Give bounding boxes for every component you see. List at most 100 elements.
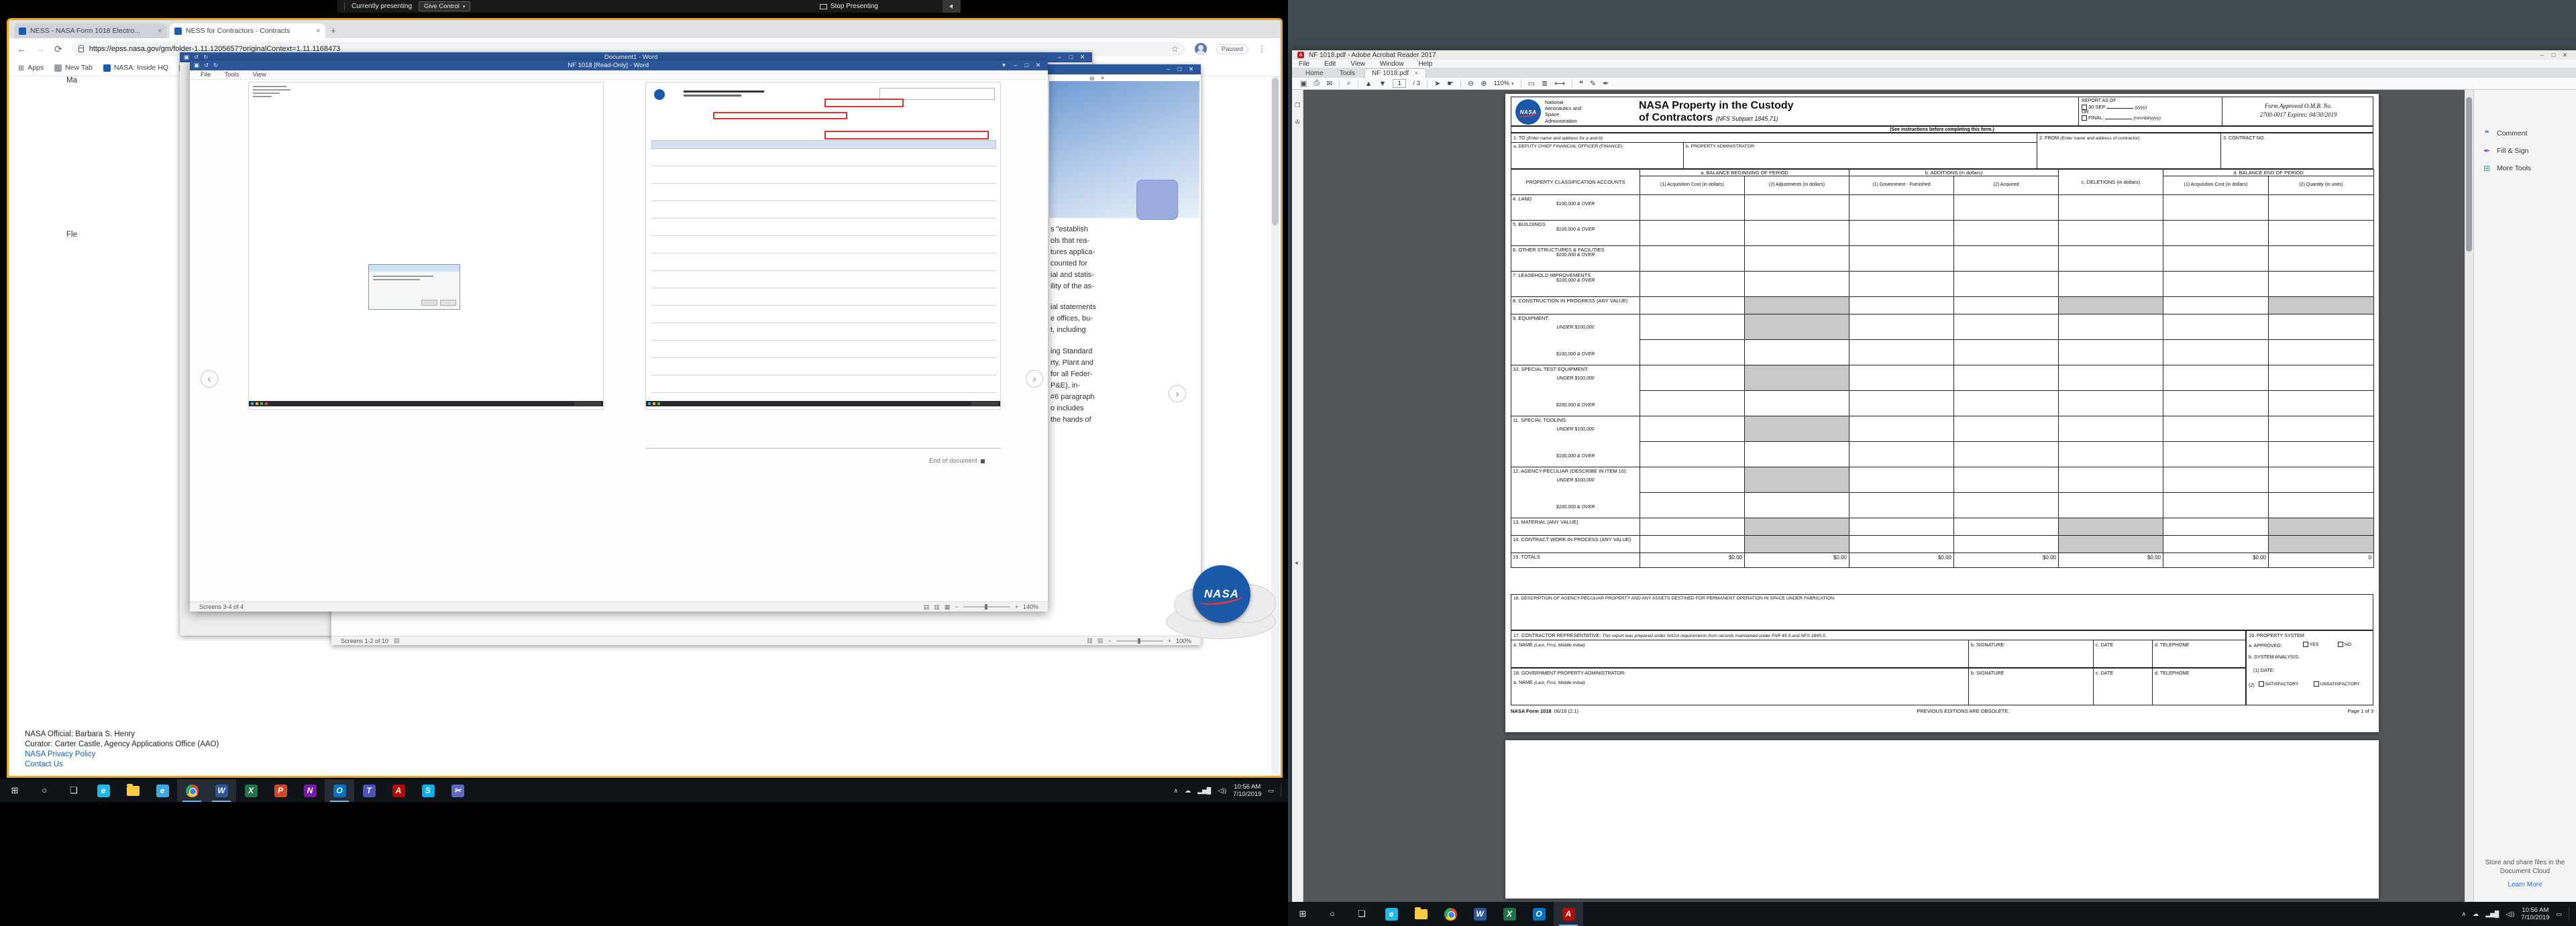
read-mode-icon[interactable]: ▤	[924, 603, 930, 611]
taskbar-app-file-explorer[interactable]	[1406, 902, 1436, 926]
table-cell-c[interactable]	[2059, 365, 2163, 391]
table-cell-c[interactable]	[2059, 416, 2163, 442]
box2-cell[interactable]: 2. FROM (Enter name and address of contr…	[2037, 133, 2220, 168]
table-cell-b2[interactable]	[1954, 442, 2059, 467]
fill-sign-panel-item[interactable]: ✒ Fill & Sign	[2474, 142, 2576, 160]
previous-screen-button[interactable]: ‹	[201, 370, 218, 388]
maximize-icon[interactable]: □	[2548, 52, 2559, 59]
hand-tool-icon[interactable]: ☛	[1447, 79, 1454, 88]
tab-document[interactable]: NF 1018.pdf ✕	[1364, 68, 1426, 78]
satisfactory-checkbox[interactable]	[2259, 681, 2264, 687]
taskbar-app-word[interactable]: W	[1465, 902, 1495, 926]
panel-collapse-icon[interactable]: ◂	[1295, 559, 1298, 567]
table-cell-d2[interactable]	[2269, 365, 2374, 391]
table-cell-b2[interactable]	[1954, 467, 2059, 493]
table-cell-d2[interactable]	[2269, 416, 2374, 442]
table-cell-d1[interactable]	[2163, 416, 2269, 442]
taskbar-app-excel[interactable]: X	[236, 779, 266, 802]
word-titlebar[interactable]: ▣ ↺ ↻ NF 1018 [Read-Only] - Word ▾ – □ ✕	[190, 60, 1048, 70]
email-icon[interactable]: ✉	[1326, 79, 1332, 88]
table-cell-d2[interactable]	[2269, 391, 2374, 416]
single-page-icon[interactable]: ▭	[1528, 79, 1535, 88]
table-cell-d2[interactable]	[2269, 493, 2374, 518]
table-cell-a2[interactable]	[1745, 221, 1849, 246]
taskbar-app-acrobat[interactable]: A	[1554, 902, 1583, 926]
table-cell-d1[interactable]	[2163, 297, 2269, 314]
table-cell-d1[interactable]	[2163, 467, 2269, 493]
start-button[interactable]: ⊞	[0, 785, 30, 796]
notifications-icon[interactable]: ▭	[1268, 787, 1274, 795]
no-checkbox[interactable]	[2338, 642, 2343, 647]
table-cell-b2[interactable]	[1954, 272, 2059, 297]
ribbon-options-icon[interactable]: ▾	[998, 62, 1010, 69]
save-icon[interactable]: ▣	[194, 62, 199, 69]
menu-view[interactable]: View	[253, 71, 266, 78]
show-desktop-button[interactable]	[1281, 784, 1284, 797]
table-cell-b1[interactable]	[1849, 246, 1954, 272]
table-cell-a1[interactable]	[1640, 365, 1745, 391]
table-cell-a2[interactable]	[1745, 493, 1849, 518]
table-cell-b1[interactable]	[1849, 221, 1954, 246]
notifications-icon[interactable]: ▭	[2556, 911, 2562, 918]
zoom-in-icon[interactable]: ⊕	[1481, 79, 1487, 88]
forward-icon[interactable]: →	[36, 44, 45, 54]
table-cell-b1[interactable]	[1849, 365, 1954, 391]
bookmark-item[interactable]: NASA: Inside HQ	[103, 64, 168, 72]
table-cell-d2[interactable]	[2269, 195, 2374, 221]
privacy-policy-link[interactable]: NASA Privacy Policy	[25, 750, 219, 760]
box18-date-cell[interactable]: c. DATE	[2094, 669, 2153, 705]
table-cell-a1[interactable]	[1640, 391, 1745, 416]
table-cell-b2[interactable]	[1954, 493, 2059, 518]
minimize-icon[interactable]: –	[1054, 54, 1065, 61]
table-cell-a2[interactable]	[1745, 536, 1849, 553]
reload-icon[interactable]: ⟳	[54, 44, 62, 55]
sync-paused-chip[interactable]: Paused	[1216, 44, 1248, 54]
table-cell-a1[interactable]	[1640, 442, 1745, 467]
attachments-icon[interactable]: ✇	[1292, 119, 1303, 126]
table-cell-b2[interactable]	[1954, 314, 2059, 340]
box3-cell[interactable]: 3. CONTRACT NO.	[2220, 133, 2374, 168]
table-cell-a1[interactable]	[1640, 467, 1745, 493]
table-cell-b1[interactable]	[1849, 272, 1954, 297]
table-cell-a1[interactable]	[1640, 195, 1745, 221]
table-cell-a1[interactable]	[1640, 340, 1745, 365]
continuous-scroll-icon[interactable]: ≣	[1542, 79, 1548, 88]
zoom-in-icon[interactable]: +	[1015, 603, 1018, 610]
task-view-button[interactable]: ❏	[59, 785, 89, 796]
cortana-button[interactable]: ○	[30, 785, 59, 795]
table-cell-c[interactable]	[2059, 493, 2163, 518]
stop-presenting-button[interactable]: Stop Presenting	[820, 3, 878, 10]
page-number-input[interactable]: 1	[1393, 79, 1406, 88]
report-sep-checkbox[interactable]	[2082, 105, 2087, 110]
taskbar-app-edge[interactable]: e	[1377, 902, 1406, 926]
comment-panel-item[interactable]: ❝ Comment	[2474, 125, 2576, 142]
next-screen-button[interactable]: ›	[1026, 370, 1043, 388]
previous-page-icon[interactable]: ▲	[1365, 80, 1373, 88]
table-cell-d2[interactable]	[2269, 221, 2374, 246]
table-cell-b2[interactable]	[1954, 297, 2059, 314]
table-cell-c[interactable]	[2059, 221, 2163, 246]
table-cell-d1[interactable]	[2163, 493, 2269, 518]
box17-signature-cell[interactable]: b. SIGNATURE	[1969, 640, 2094, 667]
table-cell-d1[interactable]	[2163, 536, 2269, 553]
table-cell-d1[interactable]	[2163, 442, 2269, 467]
tab-close-icon[interactable]: ✕	[157, 27, 162, 35]
table-cell-a1[interactable]	[1640, 297, 1745, 314]
taskbar-app-edge[interactable]: e	[89, 779, 118, 802]
zoom-level-dropdown[interactable]: 110%▾	[1493, 80, 1513, 87]
table-cell-b2[interactable]	[1954, 518, 2059, 536]
taskbar-app-acrobat[interactable]: A	[384, 779, 413, 802]
table-cell-a2[interactable]	[1745, 246, 1849, 272]
table-cell-a2[interactable]	[1745, 297, 1849, 314]
view-icon[interactable]: ▤	[1089, 75, 1095, 81]
select-tool-icon[interactable]: ➤	[1434, 79, 1440, 88]
menu-tools[interactable]: Tools	[224, 71, 239, 78]
volume-icon[interactable]: ◁))	[2506, 911, 2514, 918]
table-cell-c[interactable]	[2059, 314, 2163, 340]
table-cell-d1[interactable]	[2163, 195, 2269, 221]
new-tab-button[interactable]: +	[331, 25, 336, 36]
table-cell-d1[interactable]	[2163, 272, 2269, 297]
table-cell-b2[interactable]	[1954, 221, 2059, 246]
table-cell-d2[interactable]	[2269, 467, 2374, 493]
cortana-button[interactable]: ○	[1318, 909, 1347, 919]
